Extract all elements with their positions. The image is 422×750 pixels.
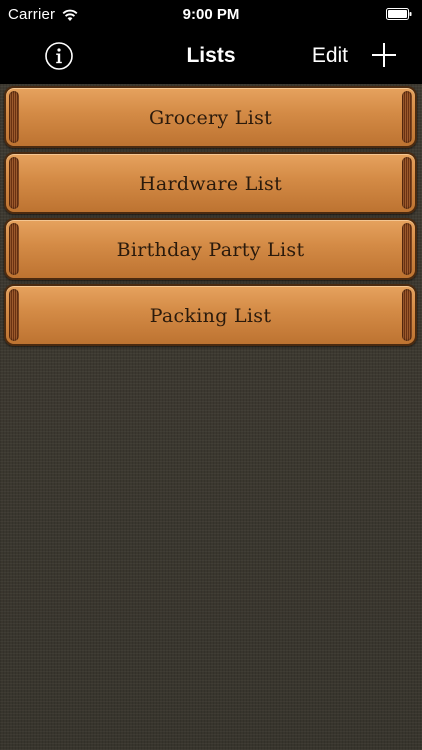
list-item-label: Packing List [149, 305, 272, 327]
list-item-hardware[interactable]: Hardware List [4, 152, 417, 214]
navigation-bar: Lists Edit [0, 30, 422, 84]
list-item-label: Birthday Party List [116, 239, 305, 261]
list-item-birthday-party[interactable]: Birthday Party List [4, 218, 417, 280]
binding-right [402, 289, 412, 341]
battery-icon [386, 8, 412, 20]
list-item-packing[interactable]: Packing List [4, 284, 417, 346]
page-title: Lists [186, 44, 236, 67]
binding-right [402, 91, 412, 143]
edit-button[interactable]: Edit [312, 44, 348, 68]
list-item-label: Grocery List [148, 107, 273, 129]
binding-right [402, 223, 412, 275]
status-time: 9:00 PM [182, 6, 240, 23]
plus-icon[interactable] [370, 41, 398, 69]
status-bar: Carrier 9:00 PM [0, 0, 422, 30]
list-item-grocery[interactable]: Grocery List [4, 86, 417, 148]
binding-right [402, 157, 412, 209]
list-item-label: Hardware List [138, 173, 283, 195]
